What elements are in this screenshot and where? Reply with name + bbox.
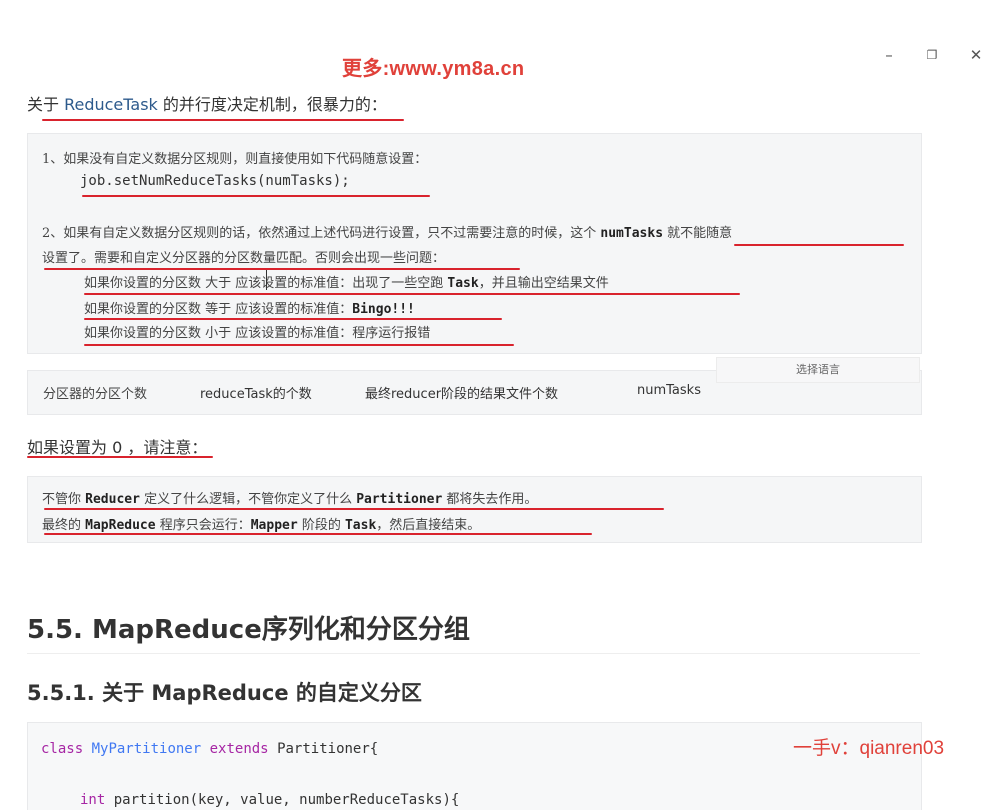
text-cursor xyxy=(266,270,267,290)
zero-l1-text-a: 不管你 xyxy=(42,492,86,507)
rule-2-line-1: 2、如果有自定义数据分区规则的话，依然通过上述代码进行设置，只不过需要注意的时候… xyxy=(42,222,732,241)
annotation-underline xyxy=(44,508,664,510)
watermark-bottom: 一手v：qianren03 xyxy=(793,738,945,759)
zero-l1-text-b: 定义了什么逻辑，不管你定义了什么 xyxy=(139,492,357,507)
code-int-keyword: int xyxy=(80,792,106,808)
zero-l1-code-2: Partitioner xyxy=(356,492,443,507)
section-divider xyxy=(27,653,920,654)
annotation-underline xyxy=(734,244,904,246)
table-col-reducetask: reduceTask的个数 xyxy=(200,387,312,402)
annotation-underline xyxy=(84,318,502,320)
section-title-5-5: 5.5. MapReduce序列化和分区分组 xyxy=(27,615,470,645)
case-eq-text: 如果你设置的分区数 等于 应该设置的标准值： xyxy=(84,302,353,317)
code-class-name: MyPartitioner xyxy=(91,741,202,757)
table-col-partitions: 分区器的分区个数 xyxy=(43,387,148,402)
annotation-underline xyxy=(44,268,520,270)
restore-button[interactable]: ❐ xyxy=(922,45,942,65)
code-line-2: int partition(key, value, numberReduceTa… xyxy=(80,792,459,808)
case-greater-than: 如果你设置的分区数 大于 应该设置的标准值：出现了一些空跑 Task，并且输出空… xyxy=(84,272,609,291)
code-class-keyword: class xyxy=(41,741,84,757)
annotation-underline xyxy=(84,344,514,346)
zero-line-1: 不管你 Reducer 定义了什么逻辑，不管你定义了什么 Partitioner… xyxy=(42,488,537,507)
rule-2-code: numTasks xyxy=(600,226,664,241)
heading-keyword: ReduceTask xyxy=(64,95,158,114)
rule-1-text: 1、如果没有自定义数据分区规则，则直接使用如下代码随意设置： xyxy=(42,152,428,167)
reduce-task-heading: 关于 ReduceTask 的并行度决定机制，很暴力的： xyxy=(27,91,387,115)
zero-l2-text-a: 最终的 xyxy=(42,518,86,533)
case-eq-code: Bingo!!! xyxy=(352,302,415,317)
zero-l2-text-c: 阶段的 xyxy=(297,518,345,533)
zero-heading: 如果设置为 0 ，请注意： xyxy=(27,438,208,457)
rule-1-code: job.setNumReduceTasks(numTasks); xyxy=(80,173,350,189)
heading-suffix: 的并行度决定机制，很暴力的： xyxy=(157,95,387,114)
zero-l1-text-c: 都将失去作用。 xyxy=(442,492,538,507)
section-title-5-5-1: 5.5.1. 关于 MapReduce 的自定义分区 xyxy=(27,681,422,705)
code-line-1: class MyPartitioner extends Partitioner{ xyxy=(41,741,378,757)
watermark-top: 更多:www.ym8a.cn xyxy=(342,58,525,80)
case-gt-code: Task xyxy=(447,276,479,291)
case-equal: 如果你设置的分区数 等于 应该设置的标准值：Bingo!!! xyxy=(84,298,415,317)
zero-l2-code-1: MapReduce xyxy=(85,518,156,533)
table-col-result-files: 最终reducer阶段的结果文件个数 xyxy=(365,387,559,402)
rule-2-line-2: 设置了。需要和自定义分区器的分区数量匹配。否则会出现一些问题： xyxy=(42,251,446,266)
minimize-button[interactable]: – xyxy=(879,45,899,65)
case-less-than: 如果你设置的分区数 小于 应该设置的标准值：程序运行报错 xyxy=(84,326,431,341)
zero-l2-code-2: Mapper xyxy=(250,518,298,533)
zero-l1-code-1: Reducer xyxy=(85,492,140,507)
rule-2-text-a: 2、如果有自定义数据分区规则的话，依然通过上述代码进行设置，只不过需要注意的时候… xyxy=(42,226,601,241)
case-gt-text-b: ，并且输出空结果文件 xyxy=(478,276,609,291)
zero-line-2: 最终的 MapReduce 程序只会运行：Mapper 阶段的 Task，然后直… xyxy=(42,514,480,533)
annotation-underline xyxy=(27,456,213,458)
language-selector[interactable]: 选择语言 xyxy=(716,357,920,383)
heading-prefix: 关于 xyxy=(27,95,65,114)
rule-2-text-b: 就不能随意 xyxy=(663,226,733,241)
table-col-numtasks: numTasks xyxy=(637,383,701,398)
annotation-underline xyxy=(82,195,430,197)
code-parent-class: Partitioner{ xyxy=(277,741,379,757)
zero-l2-text-d: ，然后直接结束。 xyxy=(376,518,481,533)
annotation-underline xyxy=(44,533,592,535)
zero-l2-text-b: 程序只会运行： xyxy=(155,518,251,533)
annotation-underline xyxy=(84,293,740,295)
zero-l2-code-3: Task xyxy=(344,518,377,533)
close-button[interactable]: ✕ xyxy=(966,45,986,65)
code-extends-keyword: extends xyxy=(209,741,269,757)
code-method-signature: partition(key, value, numberReduceTasks)… xyxy=(113,792,460,808)
annotation-underline xyxy=(42,119,404,121)
